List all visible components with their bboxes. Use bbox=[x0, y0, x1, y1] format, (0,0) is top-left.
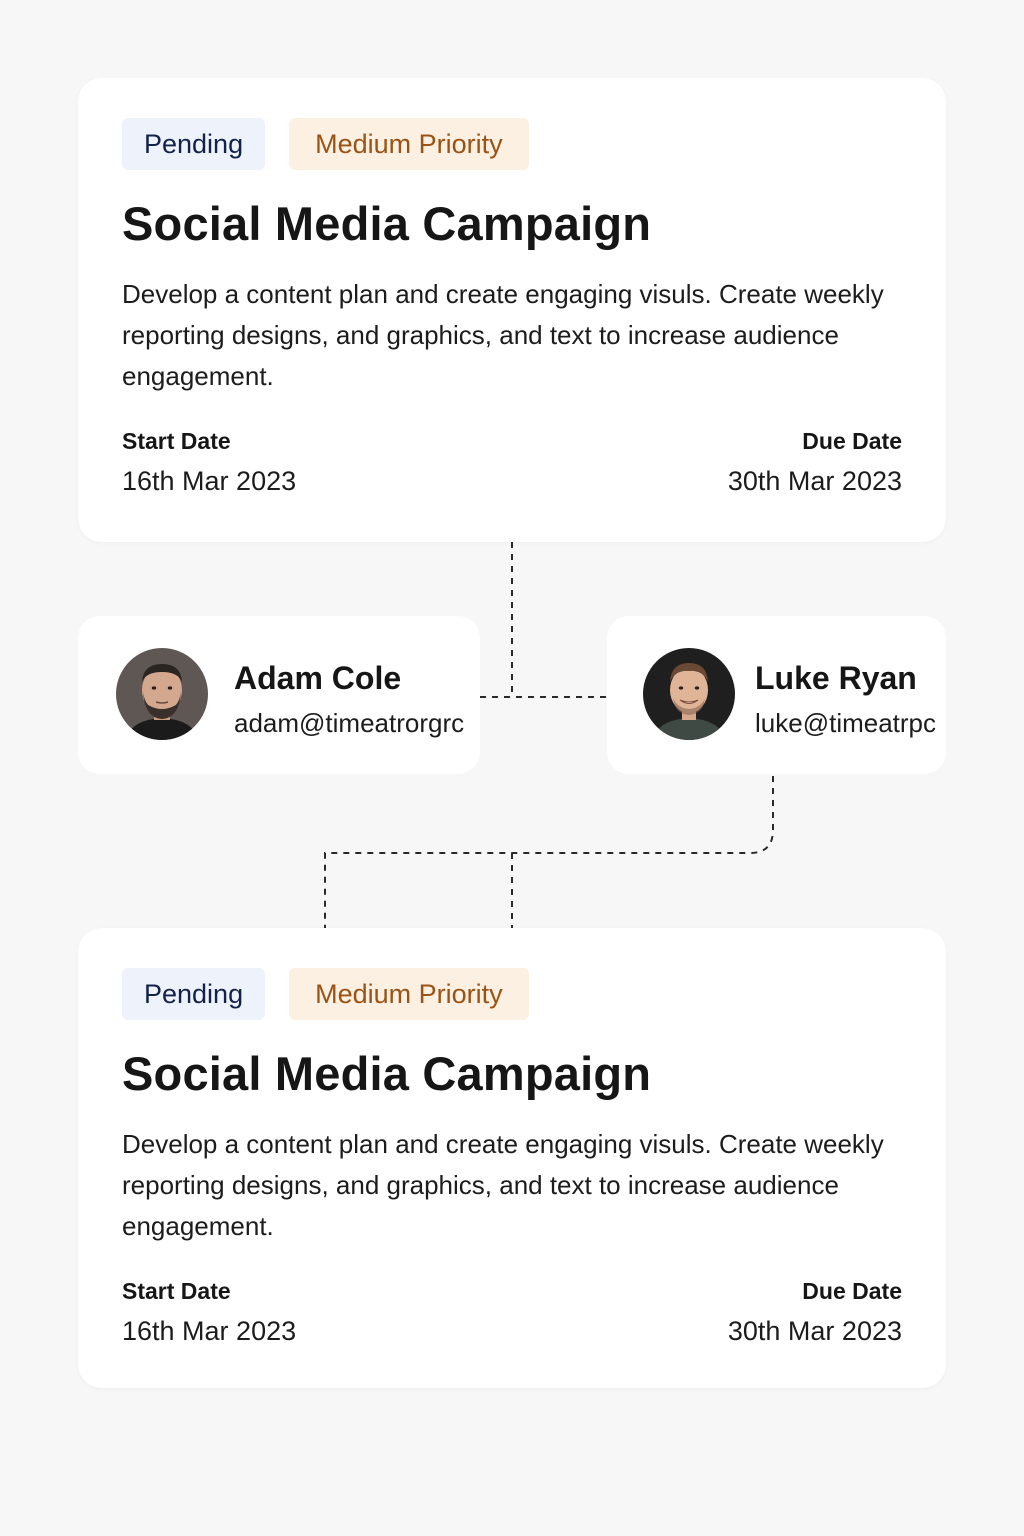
assignee-email[interactable]: luke@timeatrpc bbox=[755, 708, 936, 739]
assignee-card-adam[interactable]: Adam Cole adam@timeatrorgrc bbox=[78, 616, 480, 774]
due-date-value: 30th Mar 2023 bbox=[727, 1316, 902, 1346]
task-description: Develop a content plan and create engagi… bbox=[122, 279, 884, 391]
due-date-value: 30th Mar 2023 bbox=[727, 466, 902, 496]
priority-badge: Medium Priority bbox=[289, 968, 529, 1020]
task-description: Develop a content plan and create engagi… bbox=[122, 1129, 884, 1241]
assignee-name: Adam Cole bbox=[234, 660, 402, 696]
task-card[interactable]: Pending Medium Priority Social Media Cam… bbox=[78, 928, 946, 1388]
avatar bbox=[116, 648, 208, 740]
assignee-name: Luke Ryan bbox=[755, 660, 917, 696]
start-date-label: Start Date bbox=[122, 1278, 231, 1304]
assignee-card-luke[interactable]: Luke Ryan luke@timeatrpc bbox=[607, 616, 946, 774]
bearded-man-avatar-icon bbox=[116, 648, 208, 740]
start-date-label: Start Date bbox=[122, 428, 231, 454]
due-date-label: Due Date bbox=[802, 428, 902, 454]
task-card[interactable]: Pending Medium Priority Social Media Cam… bbox=[78, 78, 946, 542]
start-date-value: 16th Mar 2023 bbox=[122, 466, 297, 496]
connector-luke-to-bottom bbox=[324, 776, 774, 928]
start-date-value: 16th Mar 2023 bbox=[122, 1316, 297, 1346]
task-title: Social Media Campaign bbox=[122, 197, 652, 250]
status-badge: Pending bbox=[122, 968, 266, 1020]
priority-badge: Medium Priority bbox=[289, 118, 529, 170]
due-date-label: Due Date bbox=[802, 1278, 902, 1304]
avatar bbox=[643, 648, 735, 740]
assignee-email[interactable]: adam@timeatrorgrc bbox=[234, 708, 464, 739]
status-badge: Pending bbox=[122, 118, 266, 170]
task-title: Social Media Campaign bbox=[122, 1047, 652, 1100]
smiling-man-avatar-icon bbox=[643, 648, 735, 740]
